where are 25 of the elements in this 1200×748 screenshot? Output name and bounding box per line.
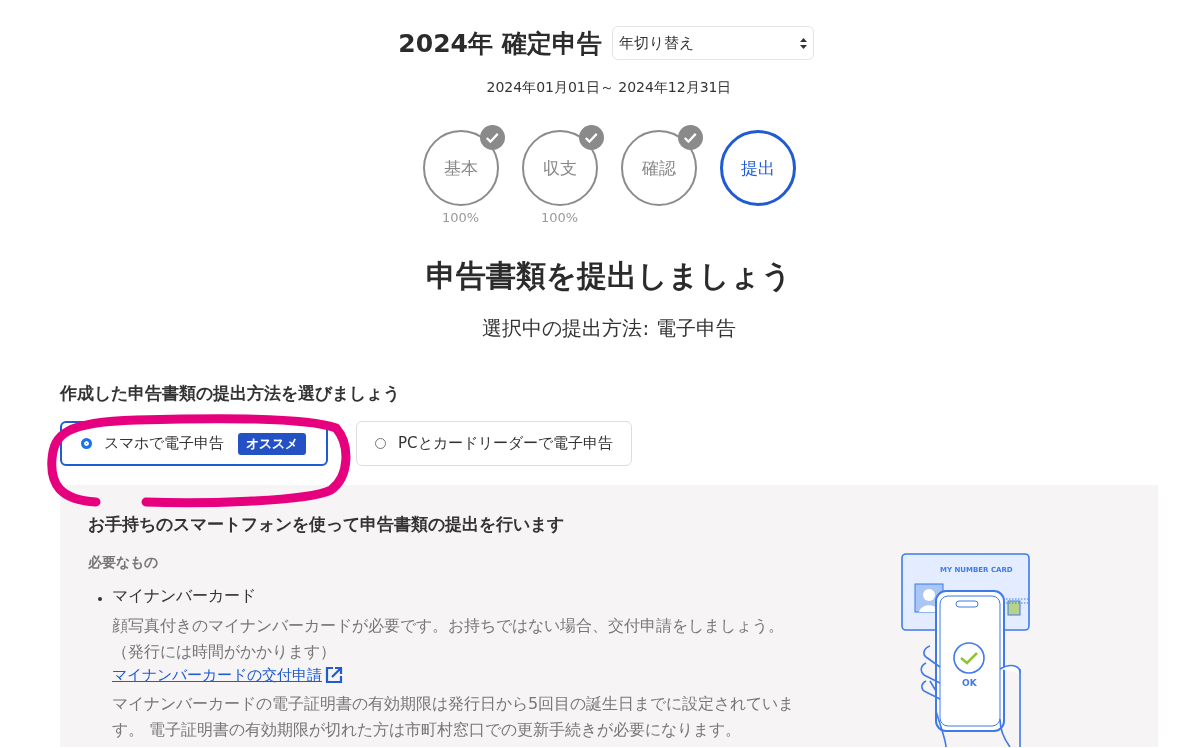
requirements-label: 必要なもの [88,554,159,572]
application-link[interactable]: マイナンバーカードの交付申請 [112,665,322,685]
page-title: 2024年 確定申告 [398,27,602,60]
requirement-description: 顔写真付きのマイナンバーカードが必要です。お持ちではない場合、交付申請をしましょう。（発行には時間がかかります） [112,615,785,663]
page-heading: 申告書類を提出しましょう [425,257,793,295]
ok-label: OK [962,678,977,688]
section-label: 作成した申告書類の提出方法を選びましょう [60,382,401,405]
recommended-badge: オススメ [238,432,306,455]
certificate-note: マイナンバーカードの電子証明書の有効期限は発行日から5回目の誕生日までに設定されています。 電子証明書の有効期限が切れた方は市町村窓口での更新手続きが必要になります。 [112,693,796,741]
dropdown-caret-icon [799,37,807,49]
external-link-icon[interactable] [324,665,344,685]
method-option[interactable]: PCとカードリーダーで電子申告 [356,421,632,466]
step-circle[interactable]: 確認 [620,130,697,206]
option-label: PCとカードリーダーで電子申告 [398,434,613,453]
step-circle[interactable]: 収支 [521,130,598,206]
step-circle[interactable]: 基本 [422,130,499,206]
requirement-name: マイナンバーカード [112,586,257,607]
period-text: 2024年01月01日～ 2024年12月31日 [485,79,733,97]
option-label: スマホで電子申告 [104,434,224,453]
bullet-icon [98,597,102,601]
selected-method-text: 選択中の提出方法: 電子申告 [481,315,737,342]
panel-title: お手持ちのスマートフォンを使って申告書類の提出を行います [88,513,565,536]
year-select[interactable]: 年切り替え [611,26,814,60]
radio-button[interactable] [81,438,92,449]
step-circle[interactable]: 提出 [719,130,796,206]
